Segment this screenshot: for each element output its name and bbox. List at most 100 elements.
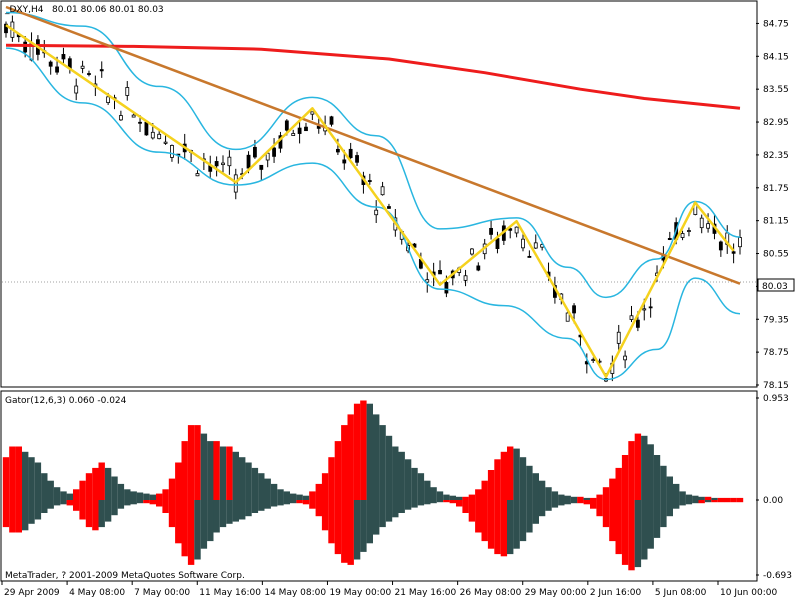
gator-upper-bar	[532, 473, 539, 500]
gator-upper-bar	[309, 491, 316, 500]
gator-upper-bar	[685, 494, 693, 500]
gator-upper-bar	[494, 459, 501, 500]
gator-upper-bar	[239, 457, 246, 500]
gator-upper-bar	[264, 478, 271, 500]
gator-lower-bar	[207, 500, 214, 542]
gator-upper-bar	[143, 493, 150, 500]
gator-upper-bar	[570, 496, 578, 500]
gator-upper-bar	[60, 491, 67, 500]
gator-lower-bar	[564, 500, 571, 505]
gator-upper-bar	[698, 496, 705, 500]
gator-lower-bar	[41, 500, 48, 513]
price-tick-label: 81.75	[763, 184, 789, 194]
gator-lower-bar	[436, 500, 444, 503]
price-tick-label: 82.35	[763, 151, 789, 161]
gator-upper-bar	[609, 478, 616, 500]
gator-upper-bar	[53, 487, 61, 500]
gator-upper-bar	[679, 491, 686, 500]
gator-upper-bar	[156, 493, 163, 500]
gator-upper-bar	[424, 480, 431, 500]
gator-lower-bar	[66, 500, 73, 506]
gator-lower-bar	[194, 500, 201, 560]
gator-lower-bar	[385, 500, 393, 522]
gator-upper-bar	[647, 444, 654, 500]
gator-upper-bar	[692, 495, 699, 500]
gator-upper-bar	[175, 462, 182, 500]
gator-upper-bar	[181, 441, 188, 500]
gator-lower-bar	[373, 500, 380, 535]
gator-upper-bar	[462, 496, 469, 500]
gator-lower-bar	[475, 500, 482, 533]
gator-upper-bar	[558, 494, 565, 500]
price-tick-label: 84.15	[763, 52, 789, 62]
gator-upper-bar	[315, 483, 322, 500]
gator-upper-bar	[507, 446, 514, 500]
gator-upper-bar	[481, 480, 488, 500]
gator-lower-bar	[430, 500, 437, 504]
gator-upper-bar	[366, 403, 373, 500]
gator-lower-bar	[2, 500, 10, 528]
gator-lower-bar	[634, 500, 642, 568]
gator-upper-bar	[149, 494, 156, 500]
gator-lower-bar	[302, 500, 310, 505]
gator-lower-bar	[219, 500, 227, 528]
gator-upper-bar	[411, 467, 418, 500]
gator-upper-bar	[41, 473, 48, 500]
gator-lower-bar	[245, 500, 252, 517]
gator-lower-bar	[296, 500, 303, 504]
gator-lower-bar	[360, 500, 367, 552]
gator-upper-bar	[283, 491, 290, 500]
chart-canvas[interactable]: 84.75 84.15 83.55 82.95 82.35 81.75 81.15 80.55…	[0, 0, 800, 600]
gator-upper-bar	[15, 446, 22, 500]
gator-lower-bar	[462, 500, 469, 513]
gator-lower-bar	[641, 500, 648, 560]
gator-upper-bar	[724, 497, 731, 500]
gator-lower-bar	[60, 500, 67, 505]
gator-upper-bar	[213, 441, 220, 500]
time-tick-label: 21 May 16:00	[395, 588, 457, 598]
gator-upper-bar	[526, 465, 533, 500]
gator-lower-bar	[251, 500, 259, 513]
gator-upper-bar	[79, 480, 86, 500]
gator-lower-bar	[717, 500, 725, 503]
gator-upper-bar	[296, 494, 303, 500]
gator-lower-bar	[15, 500, 22, 533]
gator-lower-bar	[711, 500, 718, 503]
gator-lower-bar	[124, 500, 131, 506]
gator-upper-bar	[730, 497, 737, 500]
gator-upper-bar	[117, 483, 125, 500]
gator-lower-bar	[347, 500, 354, 565]
gator-lower-bar	[187, 500, 195, 565]
gator-upper-bar	[124, 489, 131, 500]
gator-lower-bar	[577, 500, 584, 504]
gator-lower-bar	[424, 500, 431, 505]
gator-lower-bar	[85, 500, 93, 528]
gator-lower-bar	[558, 500, 565, 506]
gator-upper-bar	[28, 457, 35, 500]
price-tick-label: 78.15	[763, 381, 789, 391]
gator-lower-bar	[487, 500, 495, 549]
gator-lower-bar	[9, 500, 16, 533]
price-tick-label: 83.55	[763, 85, 789, 95]
gator-upper-bar	[92, 467, 99, 500]
gator-lower-bar	[609, 500, 616, 542]
gator-upper-bar	[628, 441, 635, 500]
gator-upper-bar	[615, 467, 622, 500]
gator-lower-bar	[456, 500, 463, 507]
gator-upper-bar	[334, 441, 342, 500]
gator-upper-bar	[290, 493, 297, 500]
gator-lower-bar	[28, 500, 35, 524]
gator-upper-bar	[590, 497, 597, 500]
gator-upper-bar	[538, 480, 546, 500]
gator-lower-bar	[392, 500, 399, 518]
gator-lower-bar	[111, 500, 118, 516]
gator-upper-bar	[513, 448, 520, 500]
gator-upper-bar	[22, 451, 29, 500]
gator-tick-label: -0.693	[763, 571, 792, 581]
gator-lower-bar	[596, 500, 603, 517]
candle	[144, 121, 149, 136]
gator-upper-bar	[666, 476, 673, 500]
gator-upper-bar	[392, 446, 399, 500]
gator-lower-bar	[692, 500, 699, 504]
gator-upper-bar	[251, 467, 259, 500]
